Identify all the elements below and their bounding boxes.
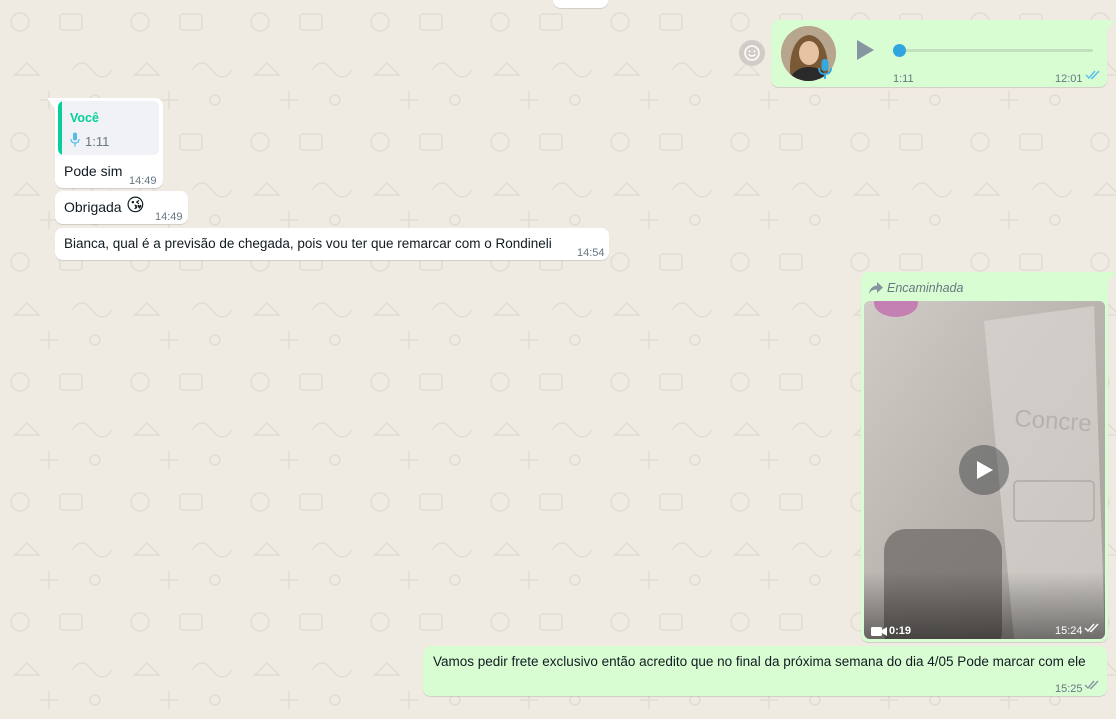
message-time: 12:01 — [1055, 73, 1083, 85]
message-text: Obrigada — [64, 199, 122, 215]
partial-message-bubble[interactable] — [553, 0, 608, 8]
quote-accent-bar — [58, 101, 62, 155]
emoji: 😘 — [126, 195, 145, 216]
message-time: 15:24 — [1055, 625, 1083, 637]
bubble-tail — [1108, 272, 1116, 283]
video-camera-icon — [871, 623, 887, 639]
forward-icon — [869, 280, 883, 299]
message-time: 14:54 — [577, 247, 605, 259]
video-play-button[interactable] — [959, 445, 1009, 495]
quote-duration: 1:11 — [85, 134, 110, 149]
message-time: 15:25 — [1055, 683, 1083, 695]
double-check-icon — [1084, 680, 1099, 690]
forwarded-label: Encaminhada — [887, 281, 964, 295]
video-message-bubble[interactable]: Encaminhada Concre — [861, 272, 1116, 642]
message-time: 14:49 — [129, 175, 157, 187]
message-bubble[interactable]: Vamos pedir frete exclusivo então acredi… — [423, 646, 1107, 696]
message-bubble[interactable]: Bianca, qual é a previsão de chegada, po… — [55, 228, 609, 260]
smiley-icon[interactable] — [739, 40, 765, 66]
bubble-tail — [47, 98, 55, 109]
message-bubble[interactable]: Obrigada 😘 14:49 — [55, 191, 188, 224]
play-icon[interactable] — [854, 39, 876, 66]
bubble-tail — [1107, 20, 1115, 31]
quote-author: Você — [70, 111, 99, 125]
reply-message-bubble[interactable]: Você 1:11 Pode sim 14:49 — [47, 98, 163, 188]
mic-icon — [817, 58, 833, 85]
quoted-message[interactable]: Você 1:11 — [58, 101, 159, 155]
audio-progress-knob[interactable] — [893, 44, 906, 57]
quote-mic-icon — [70, 132, 80, 152]
double-check-icon — [1085, 70, 1100, 80]
message-time: 14:49 — [155, 211, 183, 223]
audio-progress-track[interactable] — [897, 49, 1093, 52]
audio-duration: 1:11 — [893, 73, 914, 85]
audio-message-bubble[interactable]: 1:11 12:01 — [771, 20, 1115, 87]
message-text: Vamos pedir frete exclusivo então acredi… — [433, 654, 1086, 669]
video-thumbnail[interactable]: Concre 0:19 15:24 — [864, 301, 1105, 639]
message-text: Bianca, qual é a previsão de chegada, po… — [64, 236, 552, 251]
video-duration: 0:19 — [889, 625, 912, 637]
double-check-icon — [1084, 623, 1099, 633]
message-text: Pode sim — [64, 163, 123, 179]
